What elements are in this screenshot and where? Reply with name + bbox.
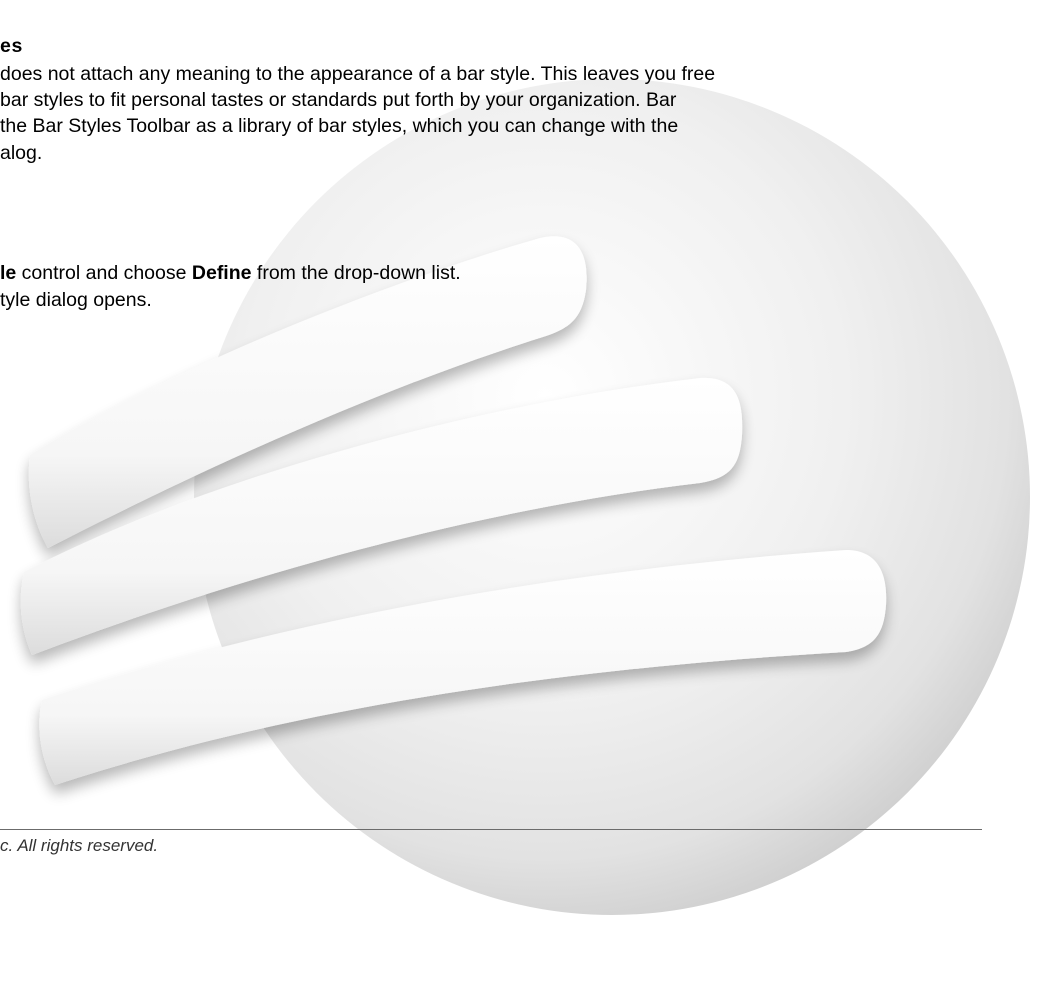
paragraph-line-4: alog. [0, 142, 43, 164]
define-command: Define [191, 262, 252, 284]
paragraph-line-1: does not attach any meaning to the appea… [0, 63, 716, 85]
step-text-b: from the drop-down list. [251, 262, 461, 284]
paragraph-line-2: bar styles to fit personal tastes or sta… [0, 89, 677, 111]
footer-divider [0, 829, 982, 830]
paragraph-line-3: the Bar Styles Toolbar as a library of b… [0, 115, 679, 137]
step-control-fragment: le [0, 262, 17, 284]
footer-copyright: c. All rights reserved. [0, 836, 159, 855]
step-text-a: control and choose [16, 262, 192, 284]
section-heading: es [0, 35, 23, 57]
step-line-1: le control and choose Define from the dr… [0, 260, 461, 286]
step-line-2: tyle dialog opens. [0, 289, 152, 311]
document-page: es does not attach any meaning to the ap… [0, 0, 1045, 994]
